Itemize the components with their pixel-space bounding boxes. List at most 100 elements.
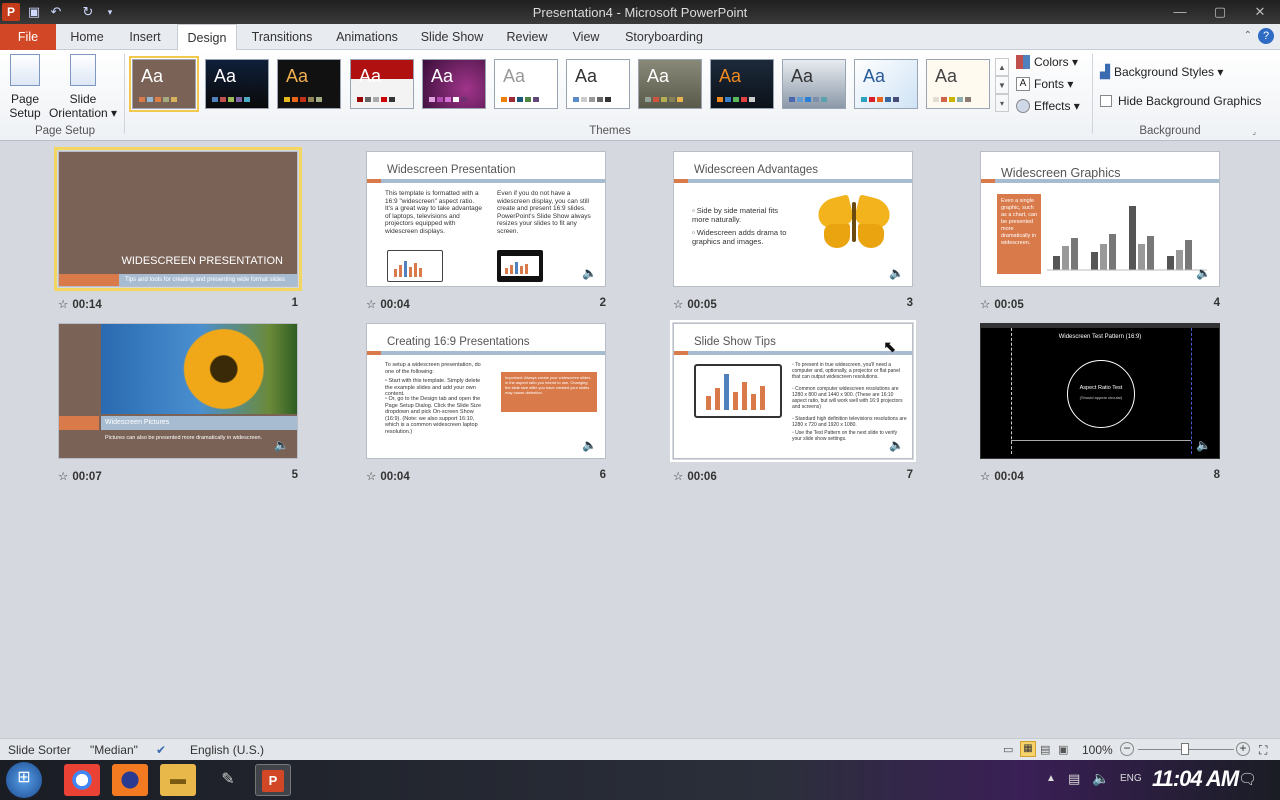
theme-7[interactable]: Aa: [566, 59, 630, 109]
group-page-setup-label: Page Setup: [34, 125, 96, 137]
theme-8[interactable]: Aa: [638, 59, 702, 109]
start-button-icon[interactable]: ⊞: [6, 762, 42, 798]
show-hidden-icons[interactable]: ▲: [1046, 773, 1056, 784]
slide-thumbnail-7[interactable]: Slide Show Tips ▫ To present in true wid…: [670, 320, 916, 462]
zoom-level[interactable]: 100%: [1082, 743, 1113, 757]
animation-star-icon: ☆: [58, 299, 69, 311]
fonts-button[interactable]: A Fonts ▾: [1016, 77, 1073, 91]
maximize-button[interactable]: ▢: [1200, 0, 1240, 24]
language-indicator[interactable]: ENG: [1120, 773, 1142, 784]
page-setup-button[interactable]: Page Setup: [4, 54, 46, 120]
gallery-more-icon[interactable]: ▾: [995, 94, 1009, 112]
slide-thumbnail-3[interactable]: Widescreen Advantages ▫ Side by side mat…: [673, 151, 913, 287]
tab-slide-show[interactable]: Slide Show: [414, 24, 490, 50]
speaker-icon: 🔈: [582, 266, 597, 280]
theme-5[interactable]: Aa: [422, 59, 486, 109]
tab-insert[interactable]: Insert: [118, 24, 172, 50]
hide-background-graphics[interactable]: Hide Background Graphics: [1100, 94, 1261, 108]
slide-thumbnail-4[interactable]: Widescreen Graphics Even a single graphi…: [980, 151, 1220, 287]
laptop-chart-icon: [387, 250, 443, 282]
hide-background-checkbox[interactable]: [1100, 95, 1112, 107]
clock[interactable]: 11:04 AM: [1152, 766, 1239, 792]
important-callout: Important: Always create your widescreen…: [501, 372, 597, 412]
slide-thumbnail-1[interactable]: WIDESCREEN PRESENTATION Tips and tools f…: [54, 147, 302, 291]
theme-6[interactable]: Aa: [494, 59, 558, 109]
tab-storyboarding[interactable]: Storyboarding: [618, 24, 710, 50]
theme-12[interactable]: Aa: [926, 59, 990, 109]
minimize-button[interactable]: —: [1160, 0, 1200, 24]
fit-to-window-icon[interactable]: ⛶: [1259, 743, 1267, 758]
zoom-out-button[interactable]: −: [1120, 742, 1134, 756]
theme-3[interactable]: Aa: [277, 59, 341, 109]
effects-button[interactable]: Effects ▾: [1016, 99, 1080, 113]
minimize-ribbon-icon[interactable]: ⌃: [1244, 30, 1252, 41]
slide-orientation-icon: [70, 54, 96, 86]
group-themes-label: Themes: [589, 125, 631, 137]
volume-icon[interactable]: 🔈: [1092, 770, 1109, 787]
network-icon[interactable]: ▤: [1068, 771, 1080, 787]
slide-show-view-icon[interactable]: ▣: [1058, 743, 1068, 756]
slide-meta-1: ☆ 00:14 1: [58, 297, 298, 311]
slide-thumbnail-8[interactable]: Widescreen Test Pattern (16:9) Aspect Ra…: [980, 323, 1220, 459]
animation-star-icon: ☆: [980, 471, 991, 483]
slide-meta-5: ☆ 00:07 5: [58, 469, 298, 483]
colors-icon: [1016, 55, 1030, 69]
spellcheck-icon[interactable]: ✔: [156, 743, 166, 757]
tab-animations[interactable]: Animations: [330, 24, 404, 50]
theme-2[interactable]: Aa: [205, 59, 269, 109]
theme-median[interactable]: Aa: [129, 56, 199, 112]
pen-tool-icon[interactable]: ✎: [210, 764, 246, 796]
slide-meta-7: ☆ 00:06 7: [673, 469, 913, 483]
animation-star-icon: ☆: [366, 471, 377, 483]
slide-thumbnail-6[interactable]: Creating 16:9 Presentations To setup a w…: [366, 323, 606, 459]
ribbon-design: Page Setup Slide Orientation ▾ Page Setu…: [0, 50, 1280, 141]
normal-view-icon[interactable]: ▭: [1003, 743, 1013, 756]
animation-star-icon: ☆: [673, 471, 684, 483]
window-title: Presentation4 - Microsoft PowerPoint: [532, 5, 748, 20]
powerpoint-taskbar-icon[interactable]: P: [255, 764, 291, 796]
theme-11[interactable]: Aa: [854, 59, 918, 109]
theme-name[interactable]: "Median": [90, 743, 138, 757]
tablet-chart-icon: [497, 250, 543, 282]
tab-view[interactable]: View: [564, 24, 608, 50]
chrome-icon[interactable]: [64, 764, 100, 796]
zoom-in-button[interactable]: +: [1236, 742, 1250, 756]
slide-orientation-button[interactable]: Slide Orientation ▾: [48, 54, 118, 120]
zoom-slider-thumb[interactable]: [1181, 743, 1189, 755]
slide-meta-3: ☆ 00:05 3: [673, 297, 913, 311]
speaker-icon: 🔈: [1196, 438, 1211, 452]
action-center-icon[interactable]: 🗨: [1238, 770, 1257, 788]
tab-file[interactable]: File: [0, 24, 56, 50]
file-explorer-icon[interactable]: ▬: [160, 764, 196, 796]
theme-4[interactable]: Aa: [350, 59, 414, 109]
animation-star-icon: ☆: [673, 299, 684, 311]
paint-bucket-icon: ▟: [1100, 64, 1110, 79]
dialog-launcher-icon[interactable]: ⌟: [1252, 127, 1256, 136]
theme-gallery-scroll: ▲ ▼ ▾: [995, 58, 1009, 112]
test-circle: Aspect Ratio Test (Should appear circula…: [1067, 360, 1135, 428]
tab-design[interactable]: Design: [177, 24, 237, 51]
close-button[interactable]: ✕: [1240, 0, 1280, 24]
slide-meta-2: ☆ 00:04 2: [366, 297, 606, 311]
monitor-chart-icon: [694, 364, 782, 418]
bar-chart-mini: [1047, 206, 1207, 271]
tab-transitions[interactable]: Transitions: [244, 24, 320, 50]
theme-10[interactable]: Aa: [782, 59, 846, 109]
colors-button[interactable]: Colors ▾: [1016, 55, 1078, 69]
background-styles-button[interactable]: ▟ Background Styles ▾: [1100, 64, 1223, 80]
tab-home[interactable]: Home: [62, 24, 112, 50]
animation-star-icon: ☆: [58, 471, 69, 483]
language[interactable]: English (U.S.): [190, 743, 264, 757]
speaker-icon: 🔈: [1196, 266, 1211, 280]
firefox-icon[interactable]: [112, 764, 148, 796]
slide-thumbnail-5[interactable]: Widescreen Pictures Pictures can also be…: [58, 323, 298, 459]
slide-thumbnail-2[interactable]: Widescreen Presentation This template is…: [366, 151, 606, 287]
help-icon[interactable]: ?: [1258, 28, 1274, 44]
theme-9[interactable]: Aa: [710, 59, 774, 109]
gallery-up-icon[interactable]: ▲: [995, 58, 1009, 76]
tab-review[interactable]: Review: [500, 24, 554, 50]
speaker-icon: 🔈: [889, 438, 904, 452]
reading-view-icon[interactable]: ▤: [1040, 743, 1050, 756]
gallery-down-icon[interactable]: ▼: [995, 76, 1009, 94]
slide-sorter-view-icon[interactable]: ▦: [1020, 741, 1036, 757]
